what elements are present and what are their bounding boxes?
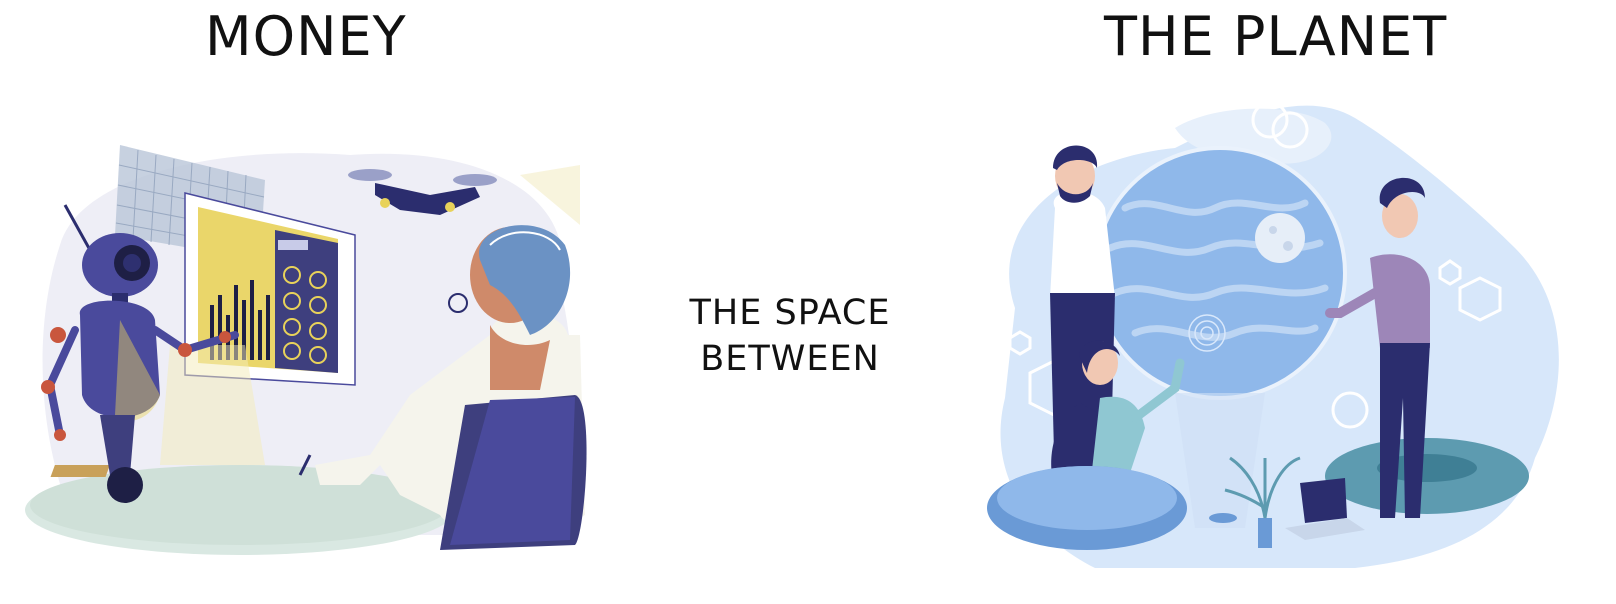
planet-illustration <box>975 98 1595 598</box>
center-caption-line-2: BETWEEN <box>700 339 880 379</box>
people-around-planet-icon <box>987 101 1559 568</box>
center-caption: THE SPACE BETWEEN <box>660 290 920 382</box>
center-caption-line-1: THE SPACE <box>689 293 891 333</box>
heading-money: MONEY <box>205 5 407 68</box>
money-illustration <box>20 135 620 595</box>
heading-the-planet: THE PLANET <box>1104 5 1448 68</box>
robot-and-analyst-icon <box>25 145 587 555</box>
